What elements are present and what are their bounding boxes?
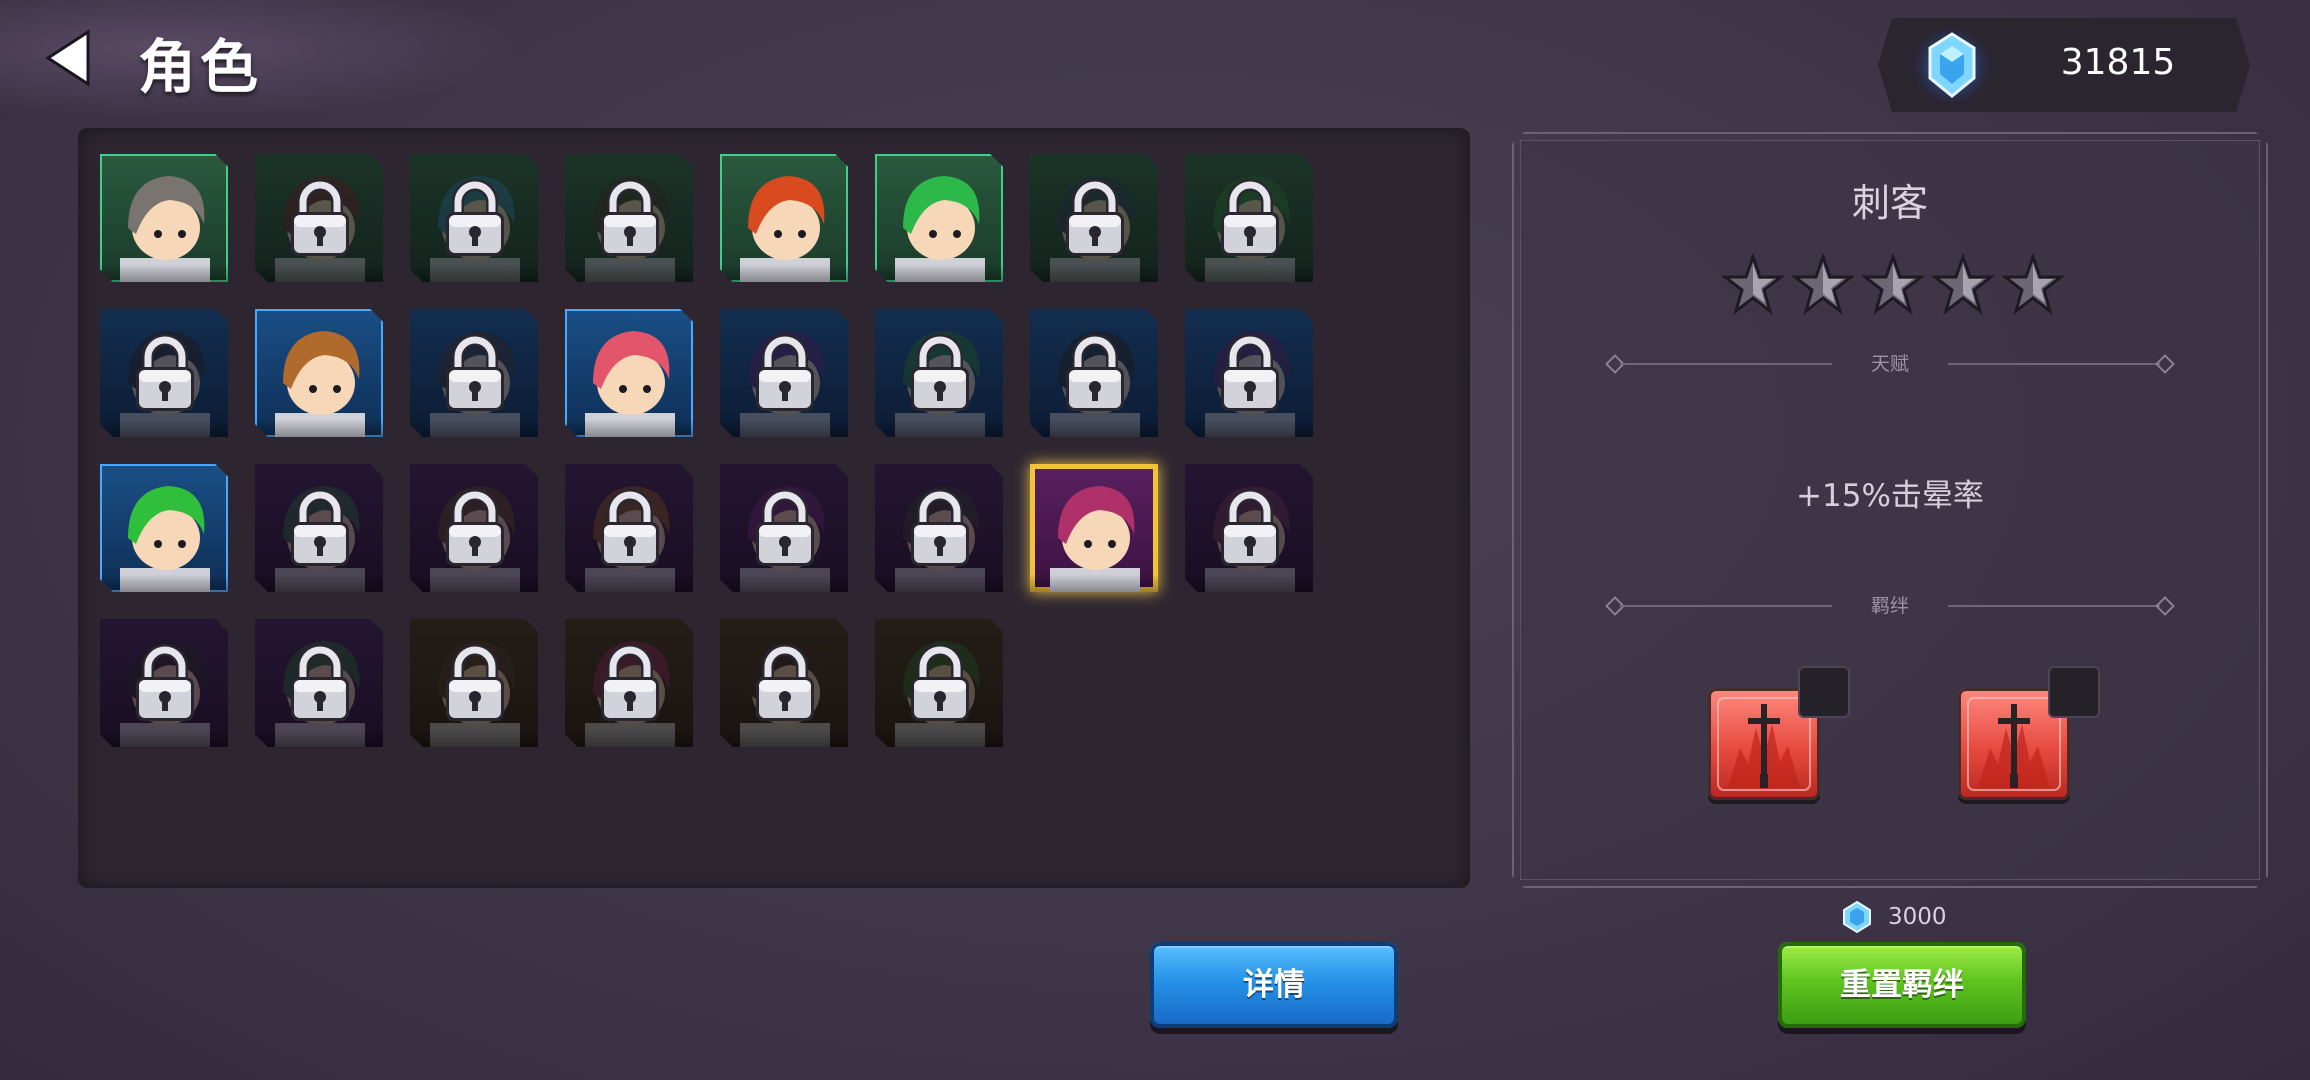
lock-icon [911, 334, 969, 411]
lock-icon [601, 489, 659, 566]
currency-display: 31815 [1878, 18, 2250, 112]
bond-slot-2[interactable] [2048, 666, 2100, 718]
lock-icon [291, 179, 349, 256]
star-rating [1722, 254, 2064, 324]
bond-card-1[interactable] [1708, 666, 1850, 800]
character-slot-c14[interactable] [875, 309, 1003, 437]
character-grid-panel [78, 128, 1470, 888]
character-portrait-icon [275, 331, 365, 437]
blue-gem-icon [1843, 900, 1871, 934]
character-slot-c30[interactable] [875, 619, 1003, 747]
lock-icon [1221, 179, 1279, 256]
lock-icon [136, 644, 194, 721]
lock-icon [446, 644, 504, 721]
character-portrait-icon [895, 176, 985, 282]
character-slot-c13[interactable] [720, 309, 848, 437]
character-slot-c9[interactable] [100, 309, 228, 437]
detail-button[interactable]: 详情 [1150, 942, 1398, 1028]
lock-icon [756, 334, 814, 411]
character-slot-c15[interactable] [1030, 309, 1158, 437]
star-icon [2002, 254, 2064, 315]
lock-icon [1066, 334, 1124, 411]
lock-icon [446, 179, 504, 256]
bond-divider: 羁绊 [1605, 594, 2175, 618]
character-slot-c23[interactable] [1030, 464, 1158, 592]
lock-icon [756, 644, 814, 721]
character-slot-c3[interactable] [410, 154, 538, 282]
character-slot-c17[interactable] [100, 464, 228, 592]
page-title: 角色 [138, 33, 263, 101]
lock-icon [1221, 334, 1279, 411]
character-slot-c10[interactable] [255, 309, 383, 437]
lock-icon [911, 644, 969, 721]
character-slot-c22[interactable] [875, 464, 1003, 592]
back-button[interactable] [36, 26, 106, 90]
character-slot-c16[interactable] [1185, 309, 1313, 437]
character-slot-c11[interactable] [410, 309, 538, 437]
lock-icon [136, 334, 194, 411]
lock-icon [601, 644, 659, 721]
character-slot-c26[interactable] [255, 619, 383, 747]
character-slot-c7[interactable] [1030, 154, 1158, 282]
character-portrait-icon [120, 176, 210, 282]
lock-icon [1221, 489, 1279, 566]
character-slot-c6[interactable] [875, 154, 1003, 282]
bond-slot-1[interactable] [1798, 666, 1850, 718]
lock-icon [911, 489, 969, 566]
character-slot-c8[interactable] [1185, 154, 1313, 282]
character-slot-c29[interactable] [720, 619, 848, 747]
character-portrait-icon [740, 176, 830, 282]
character-slot-c18[interactable] [255, 464, 383, 592]
character-slot-c21[interactable] [720, 464, 848, 592]
character-slot-c5[interactable] [720, 154, 848, 282]
lock-icon [446, 334, 504, 411]
class-name: 刺客 [1851, 181, 1928, 225]
back-arrow-icon [45, 29, 90, 87]
talent-divider: 天赋 [1605, 352, 2175, 376]
character-slot-c28[interactable] [565, 619, 693, 747]
star-icon [1792, 254, 1854, 315]
star-icon [1932, 254, 1994, 315]
character-slot-c1[interactable] [100, 154, 228, 282]
character-slot-c2[interactable] [255, 154, 383, 282]
character-slot-c24[interactable] [1185, 464, 1313, 592]
bond-card-2[interactable] [1958, 666, 2100, 800]
character-slot-c25[interactable] [100, 619, 228, 747]
talent-text: +15%击晕率 [1796, 478, 1984, 514]
character-slot-c4[interactable] [565, 154, 693, 282]
character-portrait-icon [585, 331, 675, 437]
character-detail-panel: 刺客 天赋 +15%击晕率 羁绊 [1512, 132, 2268, 888]
currency-amount: 31815 [2060, 42, 2176, 83]
lock-icon [291, 489, 349, 566]
lock-icon [446, 489, 504, 566]
lock-icon [1066, 179, 1124, 256]
star-icon [1722, 254, 1784, 315]
star-icon [1862, 254, 1924, 315]
character-portrait-icon [1050, 486, 1140, 592]
blue-gem-icon [1912, 24, 1992, 108]
lock-icon [601, 179, 659, 256]
character-slot-c12[interactable] [565, 309, 693, 437]
lock-icon [291, 644, 349, 721]
reset-cost-amount: 3000 [1888, 904, 1947, 930]
character-slot-c20[interactable] [565, 464, 693, 592]
reset-bond-button[interactable]: 重置羁绊 [1778, 942, 2026, 1028]
reset-cost: 3000 [1842, 898, 1962, 936]
character-slot-c19[interactable] [410, 464, 538, 592]
character-portrait-icon [120, 486, 210, 592]
character-slot-c27[interactable] [410, 619, 538, 747]
lock-icon [756, 489, 814, 566]
